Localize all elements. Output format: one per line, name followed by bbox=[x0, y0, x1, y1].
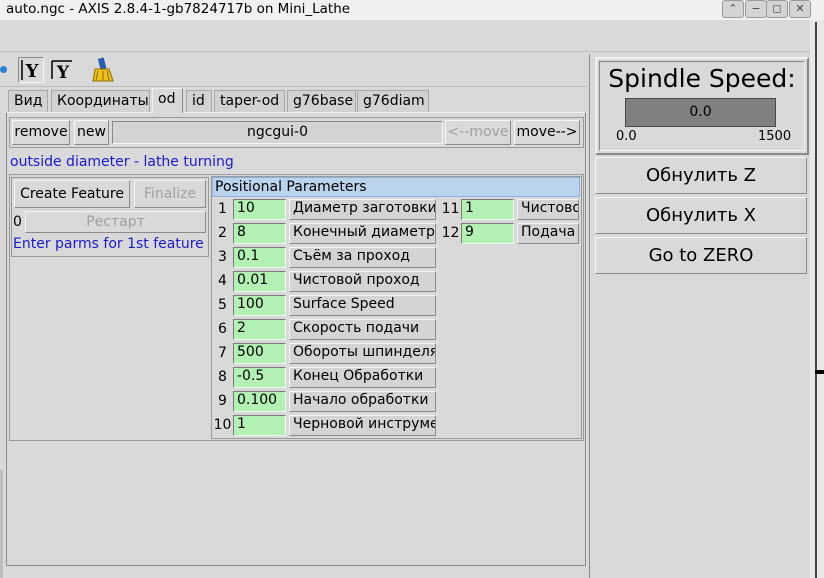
spindle-value: 0.0 bbox=[689, 104, 712, 120]
param-label: Черновой инструмент bbox=[289, 415, 436, 436]
param-number: 8 bbox=[212, 367, 233, 388]
restart-button[interactable]: Рестарт bbox=[25, 211, 206, 233]
right-divider bbox=[815, 22, 817, 578]
param-value-input[interactable]: 1 bbox=[461, 199, 514, 220]
svg-text:Y: Y bbox=[56, 63, 70, 83]
param-number: 11 bbox=[440, 199, 461, 220]
tab-coordinates[interactable]: Координаты bbox=[51, 90, 150, 112]
tab-taper-od[interactable]: taper-od bbox=[214, 90, 285, 112]
param-number: 6 bbox=[212, 319, 233, 340]
minimize-icon[interactable]: − bbox=[745, 0, 767, 18]
param-number: 1 bbox=[212, 199, 233, 220]
param-value-input[interactable]: 9 bbox=[461, 223, 514, 244]
param-label: Начало обработки bbox=[289, 391, 436, 412]
toolbar-dot-icon bbox=[0, 66, 7, 73]
param-value-input[interactable]: 100 bbox=[233, 295, 286, 316]
spindle-title: Spindle Speed: bbox=[608, 64, 796, 93]
param-number: 10 bbox=[212, 415, 233, 436]
param-number: 2 bbox=[212, 223, 233, 244]
param-value-input[interactable]: 500 bbox=[233, 343, 286, 364]
param-label: Surface Speed bbox=[289, 295, 436, 316]
zero-x-button[interactable]: Обнулить X bbox=[595, 197, 807, 234]
close-icon[interactable]: ✕ bbox=[789, 0, 811, 18]
view-rotated-y-icon[interactable]: Y bbox=[49, 57, 75, 83]
param-value-input[interactable]: 2 bbox=[233, 319, 286, 340]
create-feature-button[interactable]: Create Feature bbox=[14, 180, 130, 208]
tab-od[interactable]: od bbox=[152, 88, 183, 113]
remove-button[interactable]: remove bbox=[12, 120, 70, 145]
move-right-button[interactable]: move--> bbox=[514, 120, 580, 145]
finalize-button[interactable]: Finalize bbox=[134, 180, 206, 208]
param-label: Скорость подачи bbox=[289, 319, 436, 340]
param-number: 3 bbox=[212, 247, 233, 268]
move-left-button[interactable]: <--move bbox=[445, 120, 511, 145]
params-title: Positional Parameters bbox=[212, 177, 580, 197]
right-edge bbox=[810, 20, 824, 578]
go-to-zero-button[interactable]: Go to ZERO bbox=[595, 237, 807, 274]
param-value-input[interactable]: 8 bbox=[233, 223, 286, 244]
tab-id[interactable]: id bbox=[186, 90, 212, 112]
svg-text:Y: Y bbox=[25, 61, 40, 82]
view-y-icon[interactable]: Y bbox=[18, 57, 44, 83]
param-label: Подача С bbox=[517, 223, 579, 244]
chevron-up-icon[interactable]: ⌃ bbox=[722, 0, 744, 18]
spindle-bar: 0.0 bbox=[625, 98, 776, 127]
zero-z-button[interactable]: Обнулить Z bbox=[595, 157, 807, 194]
param-number: 9 bbox=[212, 391, 233, 412]
restart-count: 0 bbox=[13, 214, 22, 230]
clear-backplot-icon[interactable] bbox=[90, 57, 116, 83]
param-label: Конец Обработки bbox=[289, 367, 436, 388]
param-label: Диаметр заготовки bbox=[289, 199, 436, 220]
param-label: Обороты шпинделя bbox=[289, 343, 436, 364]
param-value-input[interactable]: 10 bbox=[233, 199, 286, 220]
tab-vid[interactable]: Вид bbox=[8, 90, 48, 112]
spindle-scale-min: 0.0 bbox=[616, 129, 637, 144]
param-value-input[interactable]: -0.5 bbox=[233, 367, 286, 388]
param-label: Чистовой проход bbox=[289, 271, 436, 292]
param-value-input[interactable]: 1 bbox=[233, 415, 286, 436]
edge-marker bbox=[815, 370, 824, 374]
param-number: 7 bbox=[212, 343, 233, 364]
param-label: Чистовой bbox=[517, 199, 579, 220]
window-title: auto.ngc - AXIS 2.8.4-1-gb7824717b on Mi… bbox=[6, 1, 351, 17]
hint-text: Enter parms for 1st feature bbox=[13, 236, 204, 252]
maximize-icon[interactable]: ◻ bbox=[766, 0, 788, 18]
new-button[interactable]: new bbox=[74, 120, 109, 145]
param-value-input[interactable]: 0.100 bbox=[233, 391, 286, 412]
tab-g76base[interactable]: g76base bbox=[287, 90, 356, 112]
param-label: Конечный диаметр bbox=[289, 223, 436, 244]
param-value-input[interactable]: 0.01 bbox=[233, 271, 286, 292]
param-number: 4 bbox=[212, 271, 233, 292]
feature-description: outside diameter - lathe turning bbox=[10, 154, 234, 170]
spindle-scale-max: 1500 bbox=[758, 129, 792, 144]
left-edge-strip bbox=[0, 470, 3, 578]
param-label: Съём за проход bbox=[289, 247, 436, 268]
param-number: 12 bbox=[440, 223, 461, 244]
param-number: 5 bbox=[212, 295, 233, 316]
page-name: ngcgui-0 bbox=[112, 121, 443, 144]
tab-g76diam[interactable]: g76diam bbox=[357, 90, 429, 112]
toolbar-separator bbox=[0, 86, 590, 87]
param-value-input[interactable]: 0.1 bbox=[233, 247, 286, 268]
top-toolbar bbox=[0, 20, 810, 52]
